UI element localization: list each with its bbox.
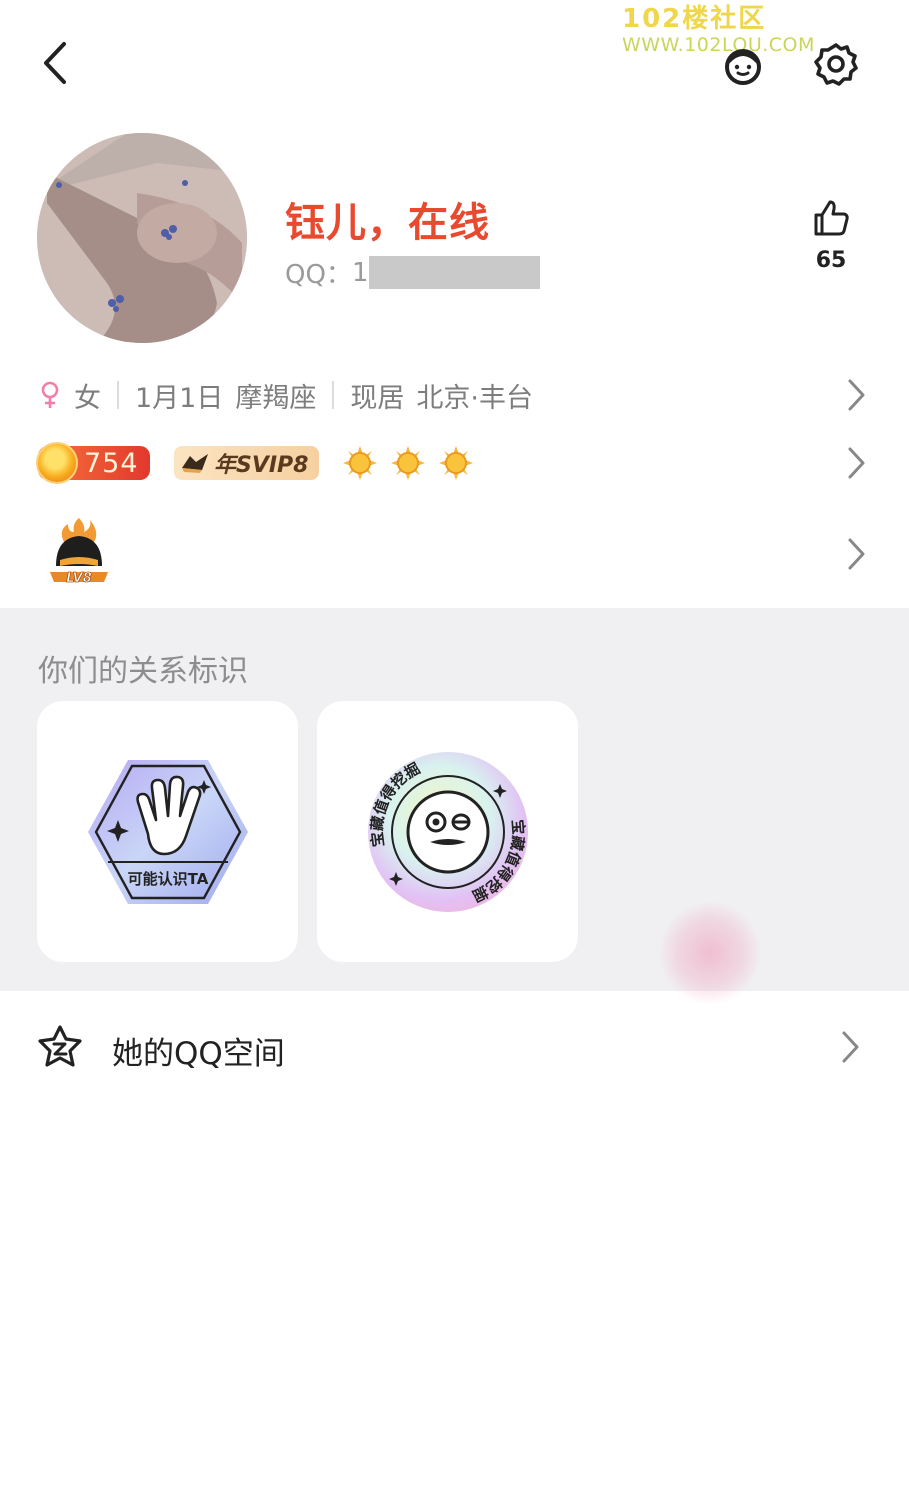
basic-info-row[interactable]: 女 1月1日 摩羯座 现居 北京·丰台: [38, 370, 868, 420]
qq-visible-digit: 1: [351, 257, 369, 288]
settings-button[interactable]: [810, 38, 862, 90]
qzone-row[interactable]: 她的QQ空间: [0, 1000, 909, 1096]
qq-redaction-box: [369, 256, 541, 289]
profile-name: 钰儿，在线: [285, 200, 490, 246]
relationship-section: 你们的关系标识 可能认识TA 宝藏值得挖掘 宝藏值得挖掘: [0, 608, 909, 1008]
qzone-star-icon: [38, 1025, 82, 1067]
chevron-right-icon: [848, 447, 865, 479]
qq-level-badge: 754: [36, 442, 150, 484]
lv-flame-badge: LV8: [50, 518, 108, 586]
sun-icon: [342, 446, 377, 480]
waving-hand-icon: 可能认识TA: [87, 759, 248, 904]
avatar-outfit-icon: [725, 49, 761, 85]
sun-icon: [438, 446, 473, 480]
svip-label: 年SVIP8: [214, 453, 309, 478]
outfit-button[interactable]: [717, 38, 769, 90]
level-number: 754: [84, 447, 139, 479]
chevron-right-icon: [848, 379, 865, 411]
relationship-title: 你们的关系标识: [38, 654, 248, 689]
back-button[interactable]: [30, 38, 80, 88]
qq-label: QQ：: [285, 260, 352, 290]
chevron-right-icon: [848, 538, 865, 570]
relationship-card-know-label: 可能认识TA: [127, 870, 208, 888]
gender-text: 女: [74, 382, 101, 414]
female-icon: [41, 381, 59, 408]
watermark-title: 102楼社区: [622, 4, 767, 34]
thumbs-up-icon: [814, 200, 849, 236]
location-label: 现居: [350, 382, 405, 414]
vip-badge-row[interactable]: 754 年SVIP8: [36, 438, 868, 488]
decorative-smudge: [660, 898, 760, 1008]
divider: [117, 381, 119, 409]
qzone-label: 她的QQ空间: [112, 1036, 285, 1072]
profile-avatar[interactable]: [37, 133, 247, 343]
divider: [332, 381, 335, 409]
zodiac-text: 摩羯座: [235, 382, 317, 414]
relationship-card-know[interactable]: 可能认识TA: [37, 701, 298, 962]
like-count: 65: [815, 248, 847, 273]
gear-icon: [814, 43, 858, 86]
level-coin-icon: [36, 442, 78, 484]
relationship-card-treasure[interactable]: 宝藏值得挖掘 宝藏值得挖掘: [317, 701, 578, 962]
like-button[interactable]: 65: [796, 198, 866, 273]
lv-badge-label: LV8: [66, 571, 92, 586]
birthday-text: 1月1日: [135, 382, 224, 414]
top-bar: 102楼社区 WWW.102LOU.COM: [0, 0, 909, 120]
sun-badges: [342, 446, 473, 480]
chevron-right-icon: [842, 1031, 859, 1063]
sun-icon: [390, 446, 425, 480]
svip-crown-icon: [182, 454, 208, 473]
avatar-photo: [37, 133, 247, 343]
smiley-face-icon: 宝藏值得挖掘 宝藏值得挖掘: [367, 751, 528, 912]
svip-badge: 年SVIP8: [174, 446, 319, 480]
chevron-left-icon: [44, 42, 66, 84]
qq-number: QQ： 1: [285, 254, 541, 291]
game-level-row[interactable]: LV8: [38, 512, 868, 596]
location-text: 北京·丰台: [416, 382, 533, 414]
